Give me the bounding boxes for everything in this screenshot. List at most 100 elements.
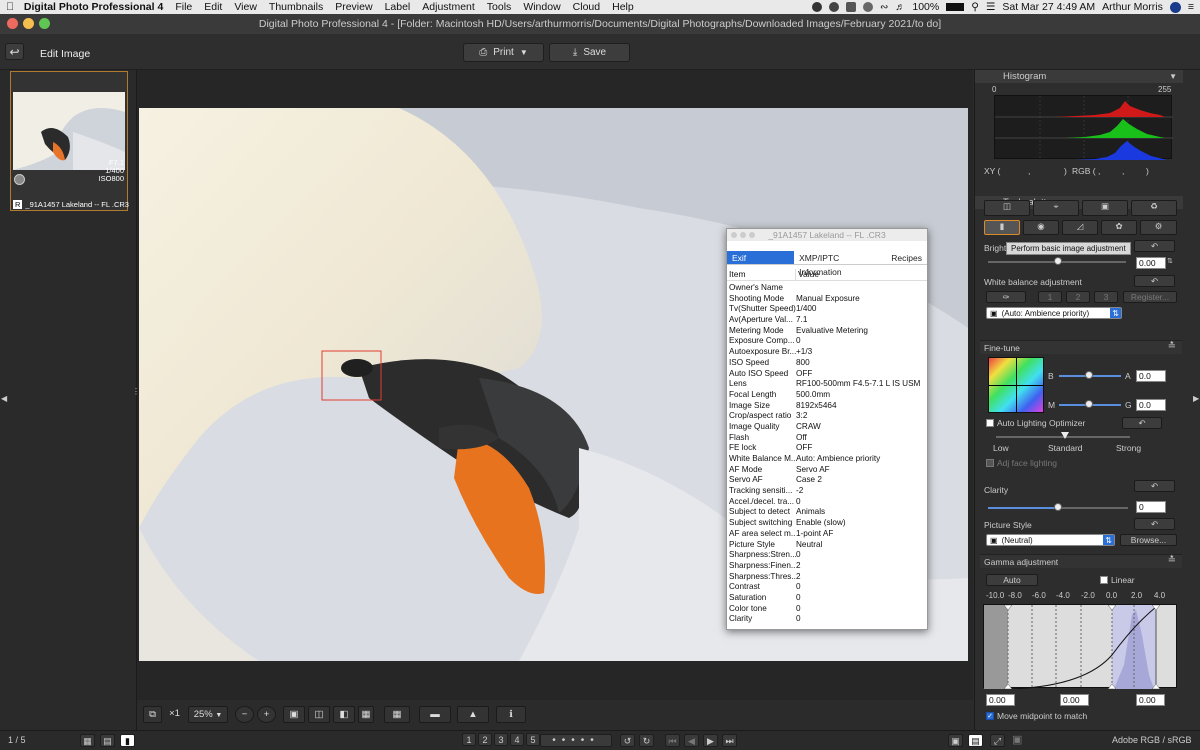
adj-face-checkbox[interactable] <box>986 459 994 467</box>
apple-menu-icon[interactable]:  <box>0 1 20 13</box>
exif-row[interactable]: Flash Off <box>727 433 927 444</box>
exif-row[interactable]: Owner's Name <box>727 283 927 294</box>
display-mode-button[interactable]: ▬ <box>419 706 451 723</box>
wb-preset-1[interactable]: 1 <box>1038 291 1062 303</box>
clarity-value[interactable]: 0 <box>1136 501 1166 513</box>
grid-button[interactable]: ▦ <box>384 706 410 723</box>
wb-register-button[interactable]: Register... <box>1123 291 1177 303</box>
picture-style-reset-button[interactable]: ↶ <box>1134 518 1175 530</box>
exif-row[interactable]: Focal Length 500.0mm <box>727 390 927 401</box>
alo-checkbox[interactable] <box>986 419 994 427</box>
exif-info-window[interactable]: _91A1457 Lakeland -- FL .CR3 Exif Inform… <box>726 228 928 630</box>
left-collapse-icon[interactable]: ◀ <box>1 394 7 403</box>
histogram-toggle-button[interactable]: ▤ <box>968 734 983 747</box>
status-icon[interactable] <box>862 2 873 12</box>
alo-slider-knob[interactable] <box>1061 432 1069 439</box>
exif-minimize-icon[interactable] <box>740 232 746 238</box>
exif-row[interactable]: FE lock OFF <box>727 443 927 454</box>
tab-tone[interactable]: ◉ <box>1023 220 1059 235</box>
browse-button[interactable]: Browse... <box>1120 534 1177 546</box>
clock[interactable]: Sat Mar 27 4:49 AM <box>1002 1 1095 13</box>
exif-row[interactable]: Exposure Comp... 0 <box>727 336 927 347</box>
wb-preset-3[interactable]: 3 <box>1094 291 1118 303</box>
brightness-reset-button[interactable]: ↶ <box>1134 240 1175 252</box>
tab-color[interactable]: ✿ <box>1101 220 1137 235</box>
menu-cloud[interactable]: Cloud <box>567 1 606 13</box>
menu-thumbnails[interactable]: Thumbnails <box>263 1 329 13</box>
first-image-button[interactable]: ⏮ <box>665 734 680 747</box>
crop-tool-button[interactable]: ⌖ <box>1033 200 1079 216</box>
zoom-window-icon[interactable] <box>39 18 50 29</box>
exif-row[interactable]: Color tone 0 <box>727 604 927 615</box>
exif-row[interactable]: AF area select m... 1-point AF <box>727 529 927 540</box>
save-button[interactable]: ⤓ Save <box>549 43 630 62</box>
status-icon[interactable] <box>845 2 856 12</box>
exif-row[interactable]: Shooting Mode Manual Exposure <box>727 294 927 305</box>
fit-window-button[interactable]: ⧉ <box>143 706 162 723</box>
splitter-handle-icon[interactable]: ⋮ <box>132 388 140 396</box>
menu-view[interactable]: View <box>228 1 263 13</box>
click-wb-button[interactable]: ✑ <box>986 291 1026 303</box>
exif-row[interactable]: Sharpness:Finen... 2 <box>727 561 927 572</box>
thumbnail-item[interactable]: F7.1 1/400 ISO800 R _91A1457 Lakeland --… <box>10 71 129 211</box>
siri-icon[interactable] <box>1169 1 1181 13</box>
tab-exif-information[interactable]: Exif Information <box>727 251 795 277</box>
single-view-button[interactable]: ▮ <box>120 734 135 747</box>
sound-icon[interactable]: ♬ <box>895 2 905 13</box>
rating-4-button[interactable]: 4 <box>510 733 524 746</box>
exif-row[interactable]: Subject to detect Animals <box>727 507 927 518</box>
alo-reset-button[interactable]: ↶ <box>1122 417 1162 429</box>
wb-reset-button[interactable]: ↶ <box>1134 275 1175 287</box>
exif-zoom-icon[interactable] <box>749 232 755 238</box>
before-after-button[interactable]: ◧ <box>333 706 355 723</box>
histogram-header[interactable]: Histogram ▼ <box>975 70 1183 83</box>
picture-style-select[interactable]: ▣ (Neutral) ⇅ <box>986 534 1115 546</box>
lens-tool-button[interactable]: ▣ <box>1082 200 1128 216</box>
fit-screen-button[interactable]: ▣ <box>948 734 963 747</box>
sync-button[interactable]: ▦ <box>358 706 374 723</box>
exif-row[interactable]: Servo AF Case 2 <box>727 475 927 486</box>
brightness-slider-knob[interactable] <box>1054 257 1062 265</box>
user-name[interactable]: Arthur Morris <box>1102 1 1163 13</box>
exif-row[interactable]: ISO Speed 800 <box>727 358 927 369</box>
zoom-x1-button[interactable]: ×1 <box>165 706 184 723</box>
stamp-tool-button[interactable]: ♻ <box>1131 200 1177 216</box>
exif-row[interactable]: Autoexposure Br... +1/3 <box>727 347 927 358</box>
menu-label[interactable]: Label <box>379 1 417 13</box>
rotate-right-button[interactable]: ↻ <box>639 734 654 747</box>
info-button[interactable]: ℹ <box>496 706 526 723</box>
exif-row[interactable]: Lens RF100-500mm F4.5-7.1 L IS USM <box>727 379 927 390</box>
exif-row[interactable]: Saturation 0 <box>727 593 927 604</box>
gamma-value-high[interactable]: 0.00 <box>1136 694 1165 706</box>
exif-row[interactable]: Image Quality CRAW <box>727 422 927 433</box>
compare-button[interactable]: ◫ <box>308 706 330 723</box>
list-view-button[interactable]: ▤ <box>100 734 115 747</box>
trim-tool-button[interactable]: ◫ <box>984 200 1030 216</box>
star-rating-dots[interactable]: ••••• <box>540 734 612 747</box>
finetune-header[interactable]: Fine-tune ≛ <box>980 340 1182 354</box>
battery-icon[interactable] <box>946 3 965 11</box>
tab-settings[interactable]: ⚙ <box>1140 220 1177 235</box>
rating-2-button[interactable]: 2 <box>478 733 492 746</box>
status-icon[interactable] <box>811 2 822 12</box>
last-image-button[interactable]: ⏭ <box>722 734 737 747</box>
gamma-auto-button[interactable]: Auto <box>986 574 1038 586</box>
a-value[interactable]: 0.0 <box>1136 370 1166 382</box>
m-g-slider-knob[interactable] <box>1085 400 1093 408</box>
wb-preset-2[interactable]: 2 <box>1066 291 1090 303</box>
exif-row[interactable]: Metering Mode Evaluative Metering <box>727 326 927 337</box>
search-icon[interactable]: ⚲ <box>971 1 979 13</box>
midpoint-checkbox[interactable]: ✓ <box>986 712 994 720</box>
tab-basic-adjust[interactable]: ▮ <box>984 220 1020 235</box>
col-item-header[interactable]: Item <box>727 269 796 280</box>
menu-adjustment[interactable]: Adjustment <box>416 1 481 13</box>
exif-row[interactable]: Subject switching Enable (slow) <box>727 518 927 529</box>
af-point-button[interactable]: ▣ <box>283 706 305 723</box>
close-window-icon[interactable] <box>7 18 18 29</box>
rating-1-button[interactable]: 1 <box>462 733 476 746</box>
gamma-graph[interactable] <box>983 604 1177 690</box>
exif-row[interactable]: Av(Aperture Val... 7.1 <box>727 315 927 326</box>
wb-mode-select[interactable]: ▣ (Auto: Ambience priority) ⇅ <box>986 307 1122 319</box>
menu-help[interactable]: Help <box>606 1 640 13</box>
gamma-value-low[interactable]: 0.00 <box>986 694 1015 706</box>
